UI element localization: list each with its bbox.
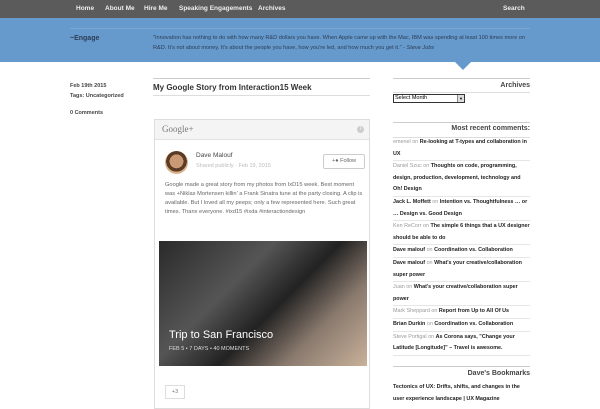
follow-label: Follow	[340, 158, 356, 164]
comment-item: Dave malouf on What's your creative/coll…	[393, 258, 530, 283]
plus-one-button[interactable]: +3	[165, 385, 185, 399]
comment-item: Daniel Szuc on Thoughts on code, program…	[393, 161, 530, 197]
nav-speaking[interactable]: Speaking Engagements	[179, 5, 252, 12]
google-plus-embed: Google+ i Dave Malouf Shared publicly · …	[154, 119, 370, 409]
on-text: on	[426, 320, 433, 327]
comment-post-link[interactable]: Report from Up to All Of Us	[439, 308, 509, 314]
on-text: on	[423, 163, 430, 170]
nav-home[interactable]: Home	[76, 5, 94, 12]
site-title[interactable]: ~Engage	[70, 35, 99, 42]
header-quote: "Innovation has nothing to do with how m…	[153, 33, 533, 53]
comment-author[interactable]: Juan	[393, 284, 405, 290]
on-text: on	[422, 223, 429, 230]
divider	[153, 78, 370, 79]
divider	[393, 366, 530, 367]
comments-link[interactable]: 0 Comments	[70, 110, 103, 116]
comment-item: Ken ReCorr on The simple 6 things that a…	[393, 221, 530, 246]
comment-item: Juan on What's your creative/collaborati…	[393, 282, 530, 307]
comment-post-link[interactable]: Coordination vs. Collaboration	[434, 321, 513, 327]
divider	[153, 95, 370, 96]
header-band: ~Engage "Innovation has nothing to do wi…	[0, 18, 600, 62]
on-text: on	[406, 284, 413, 291]
comment-item: Steve Portigal on As Corona says, "Chang…	[393, 332, 530, 356]
follow-button[interactable]: +● Follow	[323, 154, 365, 169]
post-date: Feb 19th 2015	[70, 83, 107, 89]
nav-archives[interactable]: Archives	[258, 5, 285, 12]
add-person-icon: +●	[332, 158, 339, 164]
post-tags: Tags: Uncategorized	[70, 93, 124, 99]
post-title[interactable]: My Google Story from Interaction15 Week	[153, 83, 312, 92]
divider	[393, 92, 530, 93]
gplus-header: Google+ i	[155, 120, 369, 140]
comment-author[interactable]: Ken ReCorr	[393, 223, 421, 229]
comment-author[interactable]: Brian Durkin	[393, 321, 425, 327]
on-text: on	[412, 139, 419, 145]
comment-author[interactable]: Mark Sheppard	[393, 308, 430, 314]
comment-item: Mark Sheppard on Report from Up to All O…	[393, 306, 530, 319]
comments-title: Most recent comments:	[451, 125, 530, 132]
comment-author[interactable]: Steve Portigal	[393, 334, 427, 340]
on-text: on	[426, 259, 433, 266]
tag-link[interactable]: Uncategorized	[86, 93, 124, 99]
comment-item: Jack L. Moffett on Intention vs. Thought…	[393, 197, 530, 222]
archives-select[interactable]: Select Month ▼	[393, 94, 465, 103]
bookmarks-title: Dave's Bookmarks	[467, 370, 530, 377]
comment-author[interactable]: emenel	[393, 139, 411, 145]
gplus-logo[interactable]: Google+	[162, 124, 194, 134]
comment-item: emenel on Re-looking at T-types and coll…	[393, 137, 530, 162]
info-icon[interactable]: i	[357, 126, 364, 133]
comment-author[interactable]: Dave malouf	[393, 260, 425, 266]
post-text: Google made a great story from my photos…	[165, 182, 363, 215]
divider	[70, 28, 530, 29]
author-name[interactable]: Dave Malouf	[196, 152, 233, 159]
quote-author: Steve Jobs	[406, 45, 435, 51]
comment-post-link[interactable]: Coordination vs. Collaboration	[434, 247, 513, 253]
divider	[393, 122, 530, 123]
comment-item: Brian Durkin on Coordination vs. Collabo…	[393, 319, 530, 332]
nav-hire-me[interactable]: Hire Me	[144, 5, 167, 12]
bookmark-link[interactable]: Tectonics of UX: Drifts, shifts, and cha…	[393, 382, 530, 405]
comment-item: Dave malouf on Coordination vs. Collabor…	[393, 245, 530, 258]
story-photo[interactable]: Trip to San Francisco FEB 5 • 7 DAYS • 4…	[159, 241, 367, 366]
select-value: Select Month	[395, 95, 428, 101]
quote-text: "Innovation has nothing to do with how m…	[153, 35, 525, 51]
chevron-down-icon: ▼	[457, 95, 464, 102]
comment-post-link[interactable]: What's your creative/collaboration super…	[393, 284, 518, 302]
on-text: on	[428, 333, 435, 340]
on-text: on	[431, 308, 438, 315]
top-nav: Home About Me Hire Me Speaking Engagemen…	[0, 0, 600, 18]
archives-title: Archives	[500, 82, 530, 89]
shared-info: Shared publicly · Feb 19, 2015	[196, 163, 271, 169]
nav-search[interactable]: Search	[503, 5, 525, 12]
comment-author[interactable]: Daniel Szuc	[393, 163, 422, 169]
avatar[interactable]	[165, 151, 188, 174]
story-title: Trip to San Francisco	[169, 329, 274, 341]
on-text: on	[426, 247, 433, 254]
comment-author[interactable]: Jack L. Moffett	[393, 199, 431, 205]
on-text: on	[432, 198, 439, 205]
nav-about-me[interactable]: About Me	[105, 5, 135, 12]
comment-author[interactable]: Dave malouf	[393, 247, 425, 253]
story-meta: FEB 5 • 7 DAYS • 40 MOMENTS	[169, 346, 250, 352]
recent-comments-list: emenel on Re-looking at T-types and coll…	[393, 137, 530, 356]
tags-label: Tags:	[70, 93, 85, 99]
divider	[393, 78, 530, 79]
header-pointer	[455, 62, 471, 70]
